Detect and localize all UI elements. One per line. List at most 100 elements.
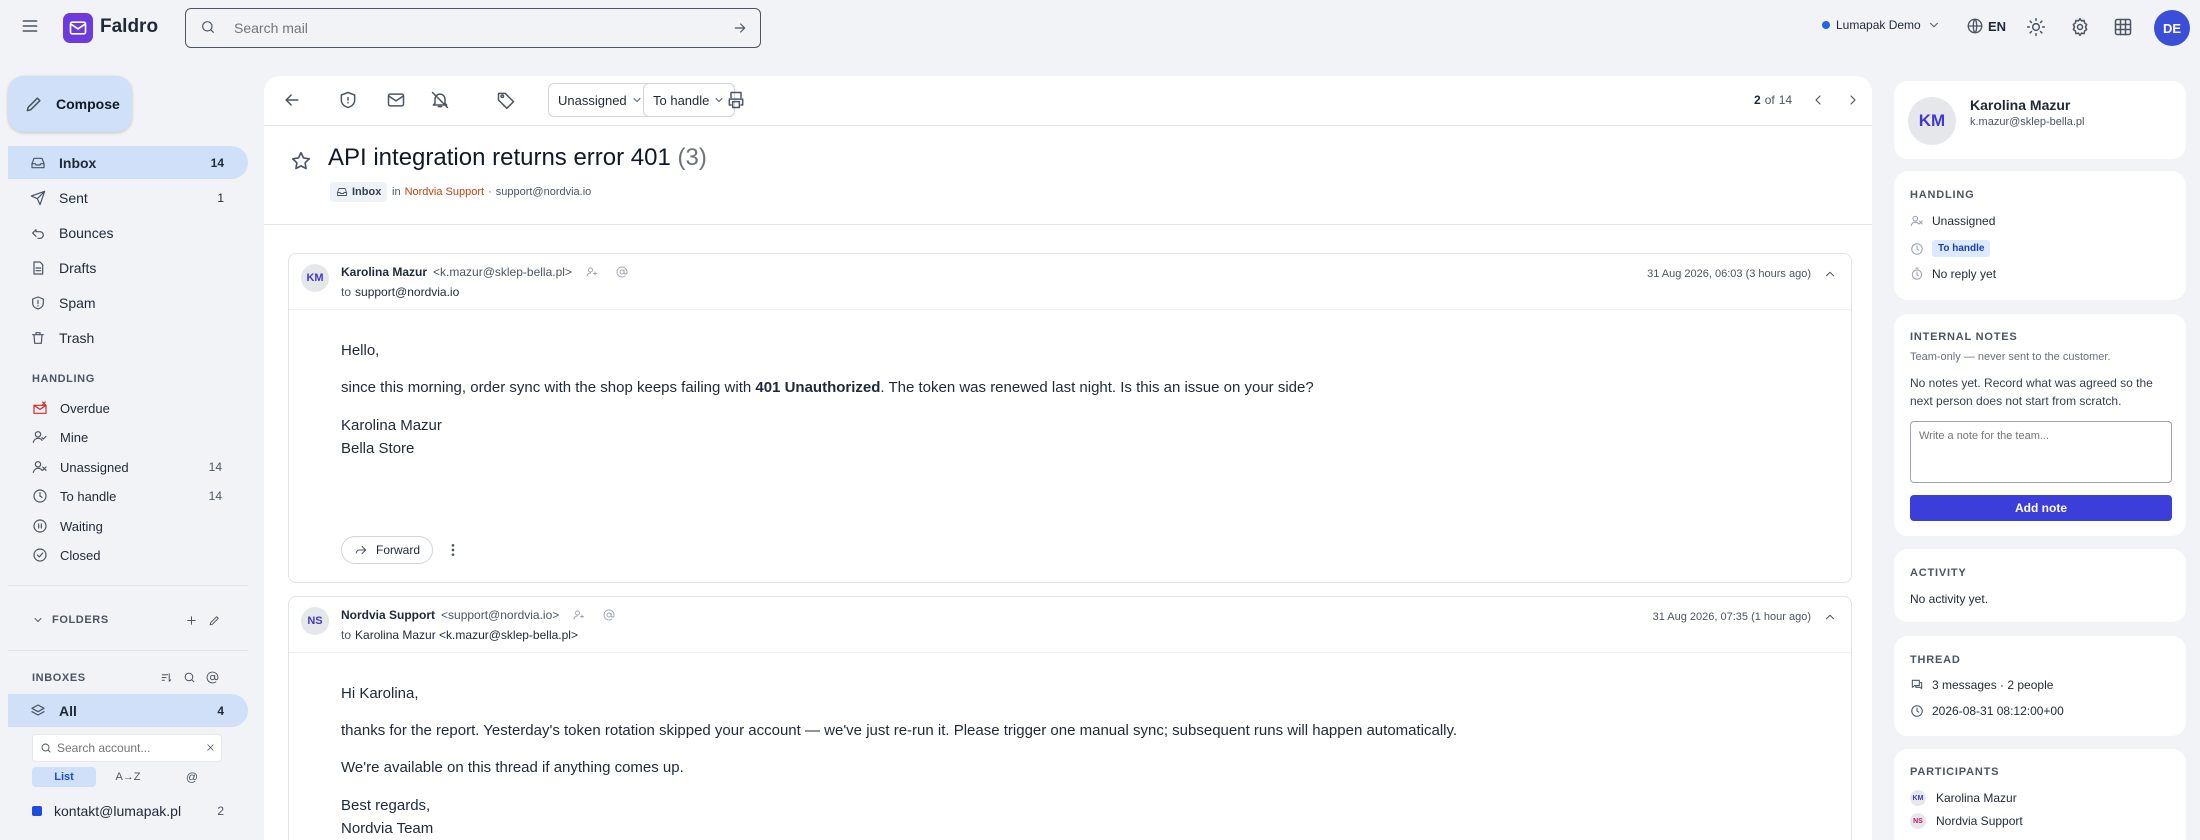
- chevron-left-icon[interactable]: [1810, 92, 1826, 108]
- divider: [264, 125, 1872, 126]
- status-row[interactable]: To handle: [1910, 240, 1991, 257]
- to-word: to: [341, 628, 352, 642]
- mailbox-email: support@nordvia.io: [495, 186, 592, 198]
- inbox-all[interactable]: All 4: [8, 694, 248, 727]
- forward-button[interactable]: Forward: [341, 536, 434, 564]
- messages-icon: [1911, 679, 1923, 690]
- folders-toggle[interactable]: FOLDERS: [32, 614, 109, 626]
- sidebar-item-to-handle[interactable]: To handle 14: [8, 482, 248, 510]
- add-contact-icon[interactable]: [586, 266, 598, 278]
- more-vertical-icon[interactable]: [445, 542, 461, 558]
- sidebar-item-drafts[interactable]: Drafts: [8, 251, 248, 284]
- sender-name[interactable]: Karolina Mazur: [341, 265, 427, 279]
- thread-subject: API integration returns error 401 (3): [328, 144, 707, 172]
- message-body-line: thanks for the report. Yesterday's token…: [341, 722, 1458, 739]
- sidebar-item-label: Spam: [59, 294, 96, 311]
- clock-icon: [33, 489, 47, 503]
- recipient: support@nordvia.io: [355, 285, 460, 299]
- user-x-icon: [1910, 215, 1923, 227]
- arrow-right-icon[interactable]: [732, 20, 748, 36]
- shield-icon[interactable]: [338, 90, 358, 110]
- sidebar-item-mine[interactable]: Mine: [8, 423, 248, 451]
- sidebar-item-sent[interactable]: Sent 1: [8, 181, 248, 214]
- participant-avatar: KM: [1910, 790, 1926, 806]
- search-icon[interactable]: [183, 671, 196, 684]
- sidebar-item-spam[interactable]: Spam: [8, 286, 248, 319]
- thread-card: THREAD 3 messages · 2 people 2026-08-31 …: [1894, 636, 2186, 736]
- add-note-button[interactable]: Add note: [1910, 495, 2172, 521]
- note-textarea[interactable]: [1910, 421, 2172, 483]
- participant-row[interactable]: KM Karolina Mazur: [1910, 790, 2017, 806]
- sidebar-item-overdue[interactable]: Overdue: [8, 394, 248, 422]
- gear-icon[interactable]: [2070, 17, 2090, 37]
- plus-icon[interactable]: [185, 614, 198, 627]
- mailbox-info: in Nordvia Support · support@nordvia.io: [392, 186, 591, 198]
- assign-select[interactable]: Unassigned: [548, 83, 653, 117]
- sender-name[interactable]: Nordvia Support: [341, 608, 435, 622]
- reply-status: No reply yet: [1932, 267, 1997, 281]
- account-search[interactable]: [32, 734, 222, 762]
- sender-line: Nordvia Support <support@nordvia.io>: [341, 608, 615, 622]
- mailbox-link[interactable]: Nordvia Support: [405, 186, 485, 198]
- sun-icon[interactable]: [2026, 17, 2046, 37]
- search-bar[interactable]: [185, 8, 761, 48]
- forward-icon: [355, 545, 367, 555]
- check-circle-icon: [33, 548, 47, 562]
- user-avatar[interactable]: DE: [2154, 10, 2190, 46]
- compose-button[interactable]: Compose: [8, 76, 132, 132]
- sidebar-item-closed[interactable]: Closed: [8, 541, 248, 569]
- inbox-label-chip[interactable]: Inbox: [330, 182, 388, 202]
- chevron-right-icon[interactable]: [1845, 92, 1861, 108]
- menu-icon[interactable]: [20, 16, 40, 36]
- chevron-up-icon[interactable]: [1823, 267, 1837, 281]
- sidebar-item-bounces[interactable]: Bounces: [8, 216, 248, 249]
- snooze-off-icon[interactable]: [430, 90, 450, 110]
- app-logo[interactable]: [63, 13, 93, 43]
- sidebar-item-waiting[interactable]: Waiting: [8, 512, 248, 540]
- view-tab-list[interactable]: List: [32, 767, 96, 787]
- close-icon[interactable]: [205, 742, 216, 753]
- sidebar-item-inbox[interactable]: Inbox 14: [8, 146, 248, 179]
- message-count: (3): [677, 144, 707, 171]
- tag-icon[interactable]: [496, 90, 516, 110]
- account-item[interactable]: kontakt@lumapak.pl 2: [32, 800, 248, 822]
- sort-icon[interactable]: [160, 671, 173, 684]
- search-icon: [41, 743, 51, 753]
- trash-icon: [32, 331, 44, 344]
- notes-empty-text: No notes yet. Record what was agreed so …: [1910, 376, 2153, 408]
- participant-row[interactable]: NS Nordvia Support: [1910, 813, 2023, 829]
- inbox-icon: [337, 188, 347, 196]
- contact-name[interactable]: Karolina Mazur: [1970, 97, 2070, 113]
- star-icon[interactable]: [290, 150, 312, 172]
- activity-text: No activity yet.: [1910, 592, 1989, 606]
- unassigned-count: 14: [208, 460, 222, 474]
- language-switcher[interactable]: EN: [1966, 17, 2006, 35]
- chevron-down-icon: [1929, 22, 1938, 28]
- body-text: . The token was renewed last night. Is t…: [880, 379, 1314, 396]
- workspace-switcher[interactable]: Lumapak Demo: [1822, 18, 1941, 32]
- mail-unread-icon[interactable]: [386, 90, 406, 110]
- sidebar-item-trash[interactable]: Trash: [8, 321, 248, 354]
- thread-summary-row: 3 messages · 2 people: [1910, 678, 2053, 692]
- at-sign-icon[interactable]: [603, 609, 615, 621]
- account-search-input[interactable]: [57, 741, 197, 755]
- contact-email: k.mazur@sklep-bella.pl: [1970, 116, 2085, 128]
- status-select[interactable]: To handle: [643, 83, 736, 117]
- grid-icon[interactable]: [2113, 17, 2133, 37]
- at-sign-icon[interactable]: [616, 266, 628, 278]
- view-tab-at[interactable]: @: [160, 767, 224, 787]
- chevron-up-icon[interactable]: [1823, 610, 1837, 624]
- print-icon[interactable]: [726, 90, 746, 110]
- back-arrow-icon[interactable]: [282, 90, 302, 110]
- page-current: 2: [1754, 93, 1761, 107]
- assignee-text: Unassigned: [1932, 214, 1996, 228]
- search-input[interactable]: [234, 18, 694, 38]
- add-contact-icon[interactable]: [573, 609, 585, 621]
- at-sign-icon[interactable]: [206, 671, 219, 684]
- assignee-row[interactable]: Unassigned: [1910, 214, 1995, 228]
- to-word: to: [341, 285, 352, 299]
- view-tab-alpha[interactable]: A→Z: [96, 767, 160, 787]
- edit-icon[interactable]: [208, 614, 221, 627]
- pause-icon: [33, 519, 47, 533]
- sidebar-item-unassigned[interactable]: Unassigned 14: [8, 453, 248, 481]
